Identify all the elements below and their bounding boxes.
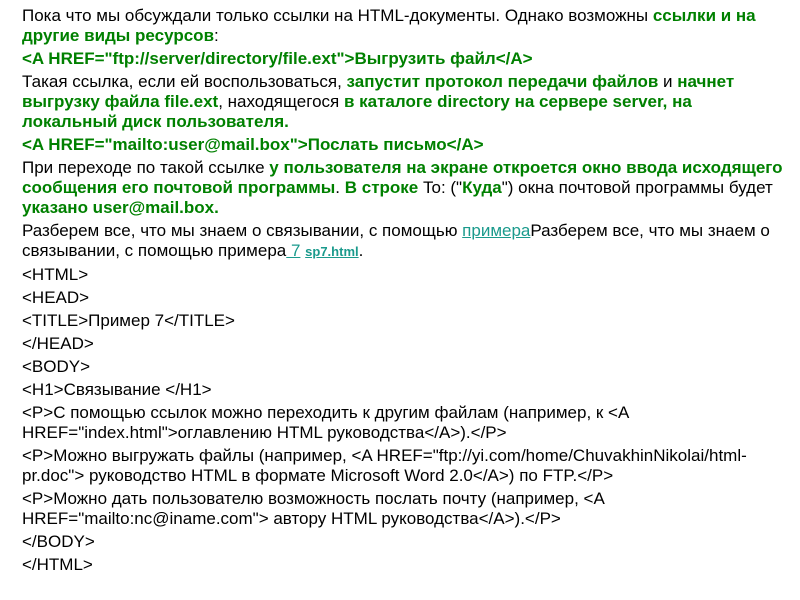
paragraph-intro: Пока что мы обсуждали только ссылки на H… bbox=[22, 6, 788, 46]
text: При переходе по такой ссылке bbox=[22, 158, 270, 177]
text: . bbox=[358, 241, 364, 260]
code-line: </HEAD> bbox=[22, 334, 94, 353]
text: : bbox=[214, 26, 219, 45]
text: Пока что мы обсуждали только ссылки на H… bbox=[22, 6, 653, 25]
paragraph-ftp-explanation: Такая ссылка, если ей воспользоваться, з… bbox=[22, 72, 788, 132]
text: To: (" bbox=[418, 178, 463, 197]
code-line: </HTML> bbox=[22, 555, 93, 574]
highlight-text: указано user@mail.box. bbox=[22, 198, 219, 217]
highlight-text: запустит протокол передачи файлов bbox=[346, 72, 659, 91]
paragraph-mailto-explanation: При переходе по такой ссылке у пользоват… bbox=[22, 158, 788, 218]
text: и bbox=[658, 72, 678, 91]
highlight-text: В строке bbox=[344, 178, 419, 197]
document-body: Пока что мы обсуждали только ссылки на H… bbox=[22, 6, 788, 578]
code-line: <TITLE>Пример 7</TITLE> bbox=[22, 311, 235, 330]
highlight-text: Куда bbox=[462, 178, 502, 197]
text: Такая ссылка, если ей воспользоваться, bbox=[22, 72, 347, 91]
code-line: <HTML> bbox=[22, 265, 89, 284]
text: Разберем все, что мы знаем о связывании,… bbox=[22, 221, 463, 240]
example-link[interactable]: примера bbox=[462, 221, 530, 240]
paragraph-example-intro: Разберем все, что мы знаем о связывании,… bbox=[22, 221, 788, 262]
code-line: </BODY> bbox=[22, 532, 95, 551]
code-line: <BODY> bbox=[22, 357, 91, 376]
code-line: <P>С помощью ссылок можно переходить к д… bbox=[22, 403, 629, 442]
example-7-link[interactable]: 7 bbox=[286, 241, 300, 260]
text: ") окна почтовой программы будет bbox=[501, 178, 773, 197]
code-line: <H1>Связывание </H1> bbox=[22, 380, 212, 399]
code-line: <HEAD> bbox=[22, 288, 90, 307]
code-line: <P>Можно дать пользователю возможность п… bbox=[22, 489, 604, 528]
code-mailto-link: <A HREF="mailto:user@mail.box">Послать п… bbox=[22, 135, 484, 154]
code-ftp-link: <A HREF="ftp://server/directory/file.ext… bbox=[22, 49, 533, 68]
code-line: <P>Можно выгружать файлы (например, <A H… bbox=[22, 446, 747, 485]
text: , находящегося bbox=[218, 92, 344, 111]
sp7-html-link[interactable]: sp7.html bbox=[305, 244, 358, 259]
text: . bbox=[335, 178, 345, 197]
